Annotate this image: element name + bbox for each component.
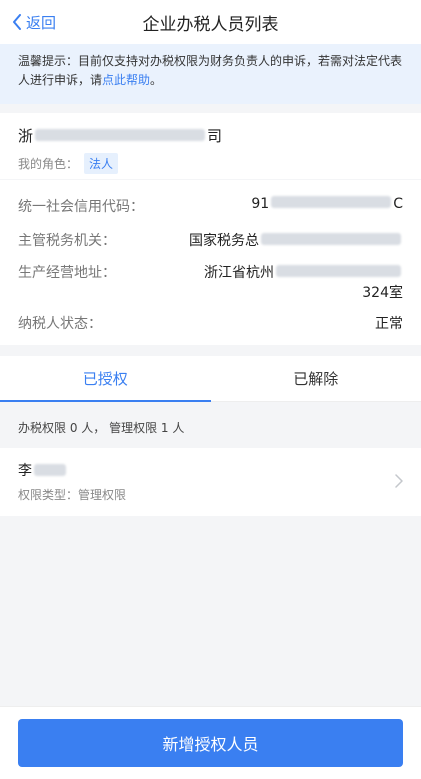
tax-office-label: 主管税务机关： — [18, 233, 116, 249]
address-row: 生产经营地址： 浙江省杭州 324室 — [18, 262, 403, 302]
tax-office-value: 国家税务总 — [189, 230, 403, 250]
chevron-right-icon — [395, 474, 403, 488]
chevron-left-icon — [13, 14, 21, 30]
tax-office-row: 主管税务机关： 国家税务总 — [18, 230, 403, 250]
tax-office-prefix: 国家税务总 — [189, 233, 259, 249]
role-badge: 法人 — [84, 153, 119, 174]
address-suffix: 324室 — [362, 285, 403, 301]
add-authorized-person-button[interactable]: 新增授权人员 — [18, 719, 403, 767]
person-name: 李 — [18, 460, 403, 480]
company-details: 统一社会信用代码： 91 C 主管税务机关： 国家税务总 生产经营地址： 浙江省杭… — [0, 180, 421, 345]
status-value: 正常 — [375, 316, 403, 332]
page-title: 企业办税人员列表 — [142, 14, 279, 35]
tab-revoked[interactable]: 已解除 — [211, 356, 421, 401]
back-label: 返回 — [26, 13, 57, 32]
address-prefix: 浙江省杭州 — [204, 265, 274, 281]
status-row: 纳税人状态： 正常 — [18, 313, 403, 333]
nav-bar: 返回 企业办税人员列表 — [0, 0, 421, 44]
company-card: 浙 司 我的角色： 法人 — [0, 113, 421, 179]
redacted-code — [271, 196, 392, 208]
address-value: 浙江省杭州 324室 — [204, 262, 403, 302]
person-name-prefix: 李 — [18, 463, 32, 479]
help-link[interactable]: 点此帮助 — [102, 73, 150, 87]
redacted-name — [35, 129, 206, 141]
notice-banner: 温馨提示：目前仅支持对办税权限为财务负责人的申诉，若需对法定代表人进行申诉，请点… — [0, 44, 421, 104]
credit-code-label: 统一社会信用代码： — [18, 199, 144, 215]
status-label: 纳税人状态： — [18, 316, 102, 332]
redacted-address — [276, 265, 401, 277]
back-button[interactable]: 返回 — [12, 0, 56, 44]
company-name: 浙 司 — [18, 123, 403, 147]
permission-type: 权限类型：管理权限 — [18, 488, 127, 502]
tab-bar: 已授权 已解除 — [0, 356, 421, 402]
notice-text: 温馨提示：目前仅支持对办税权限为财务负责人的申诉，若需对法定代表人进行申诉，请 — [18, 54, 403, 87]
bottom-bar: 新增授权人员 — [0, 706, 421, 779]
credit-code-value: 91 C — [251, 196, 403, 216]
redacted-office — [261, 233, 401, 245]
company-name-prefix: 浙 — [18, 126, 34, 145]
credit-code-suffix: C — [393, 196, 403, 212]
role-row: 我的角色： 法人 — [18, 153, 403, 174]
tab-authorized[interactable]: 已授权 — [0, 356, 211, 402]
role-label: 我的角色： — [18, 157, 79, 171]
company-name-suffix: 司 — [207, 126, 223, 145]
list-item[interactable]: 李 权限类型：管理权限 — [0, 448, 421, 516]
credit-code-prefix: 91 — [251, 196, 270, 212]
address-label: 生产经营地址： — [18, 265, 116, 281]
notice-suffix: 。 — [150, 73, 163, 87]
redacted-person-name — [34, 464, 66, 476]
credit-code-row: 统一社会信用代码： 91 C — [18, 196, 403, 216]
permission-summary: 办税权限 0 人， 管理权限 1 人 — [18, 421, 185, 435]
